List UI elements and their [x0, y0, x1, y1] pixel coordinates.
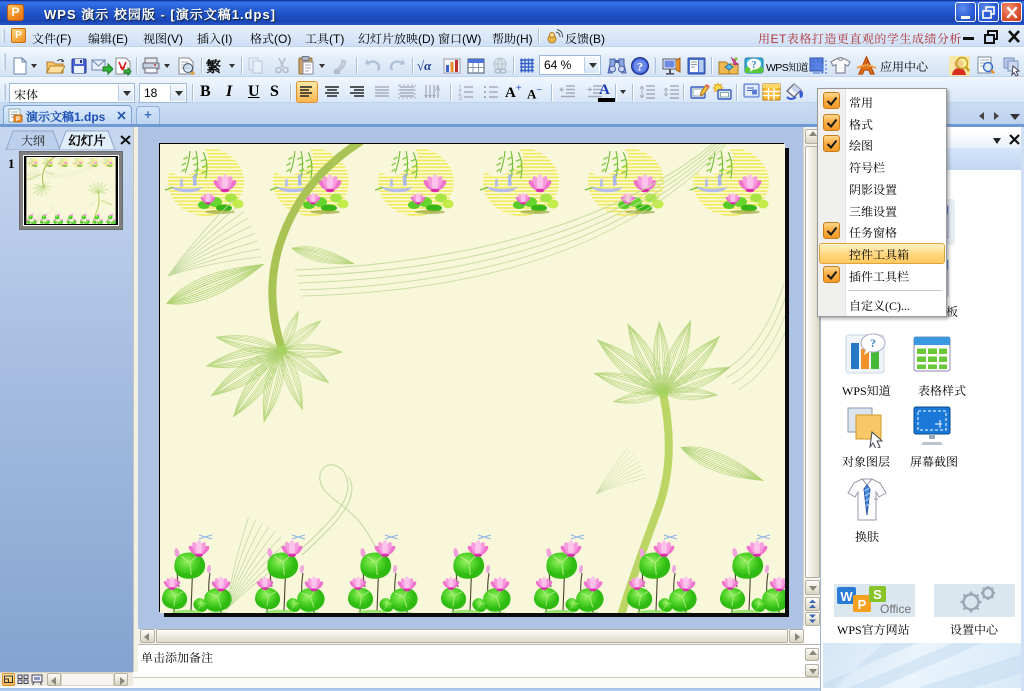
svg-text:W: W [840, 589, 853, 604]
svg-text:?: ? [870, 336, 876, 350]
svg-text:Office: Office [880, 602, 911, 616]
svg-text:?: ? [752, 60, 757, 71]
svg-text:A: A [435, 84, 441, 93]
svg-text:P: P [858, 597, 867, 612]
svg-text:大纲: 大纲 [21, 132, 45, 149]
svg-text:?: ? [637, 60, 643, 74]
svg-text:P: P [16, 117, 20, 123]
svg-text:3: 3 [458, 95, 462, 102]
svg-text:幻灯片: 幻灯片 [68, 131, 106, 149]
svg-text:S: S [873, 587, 882, 602]
